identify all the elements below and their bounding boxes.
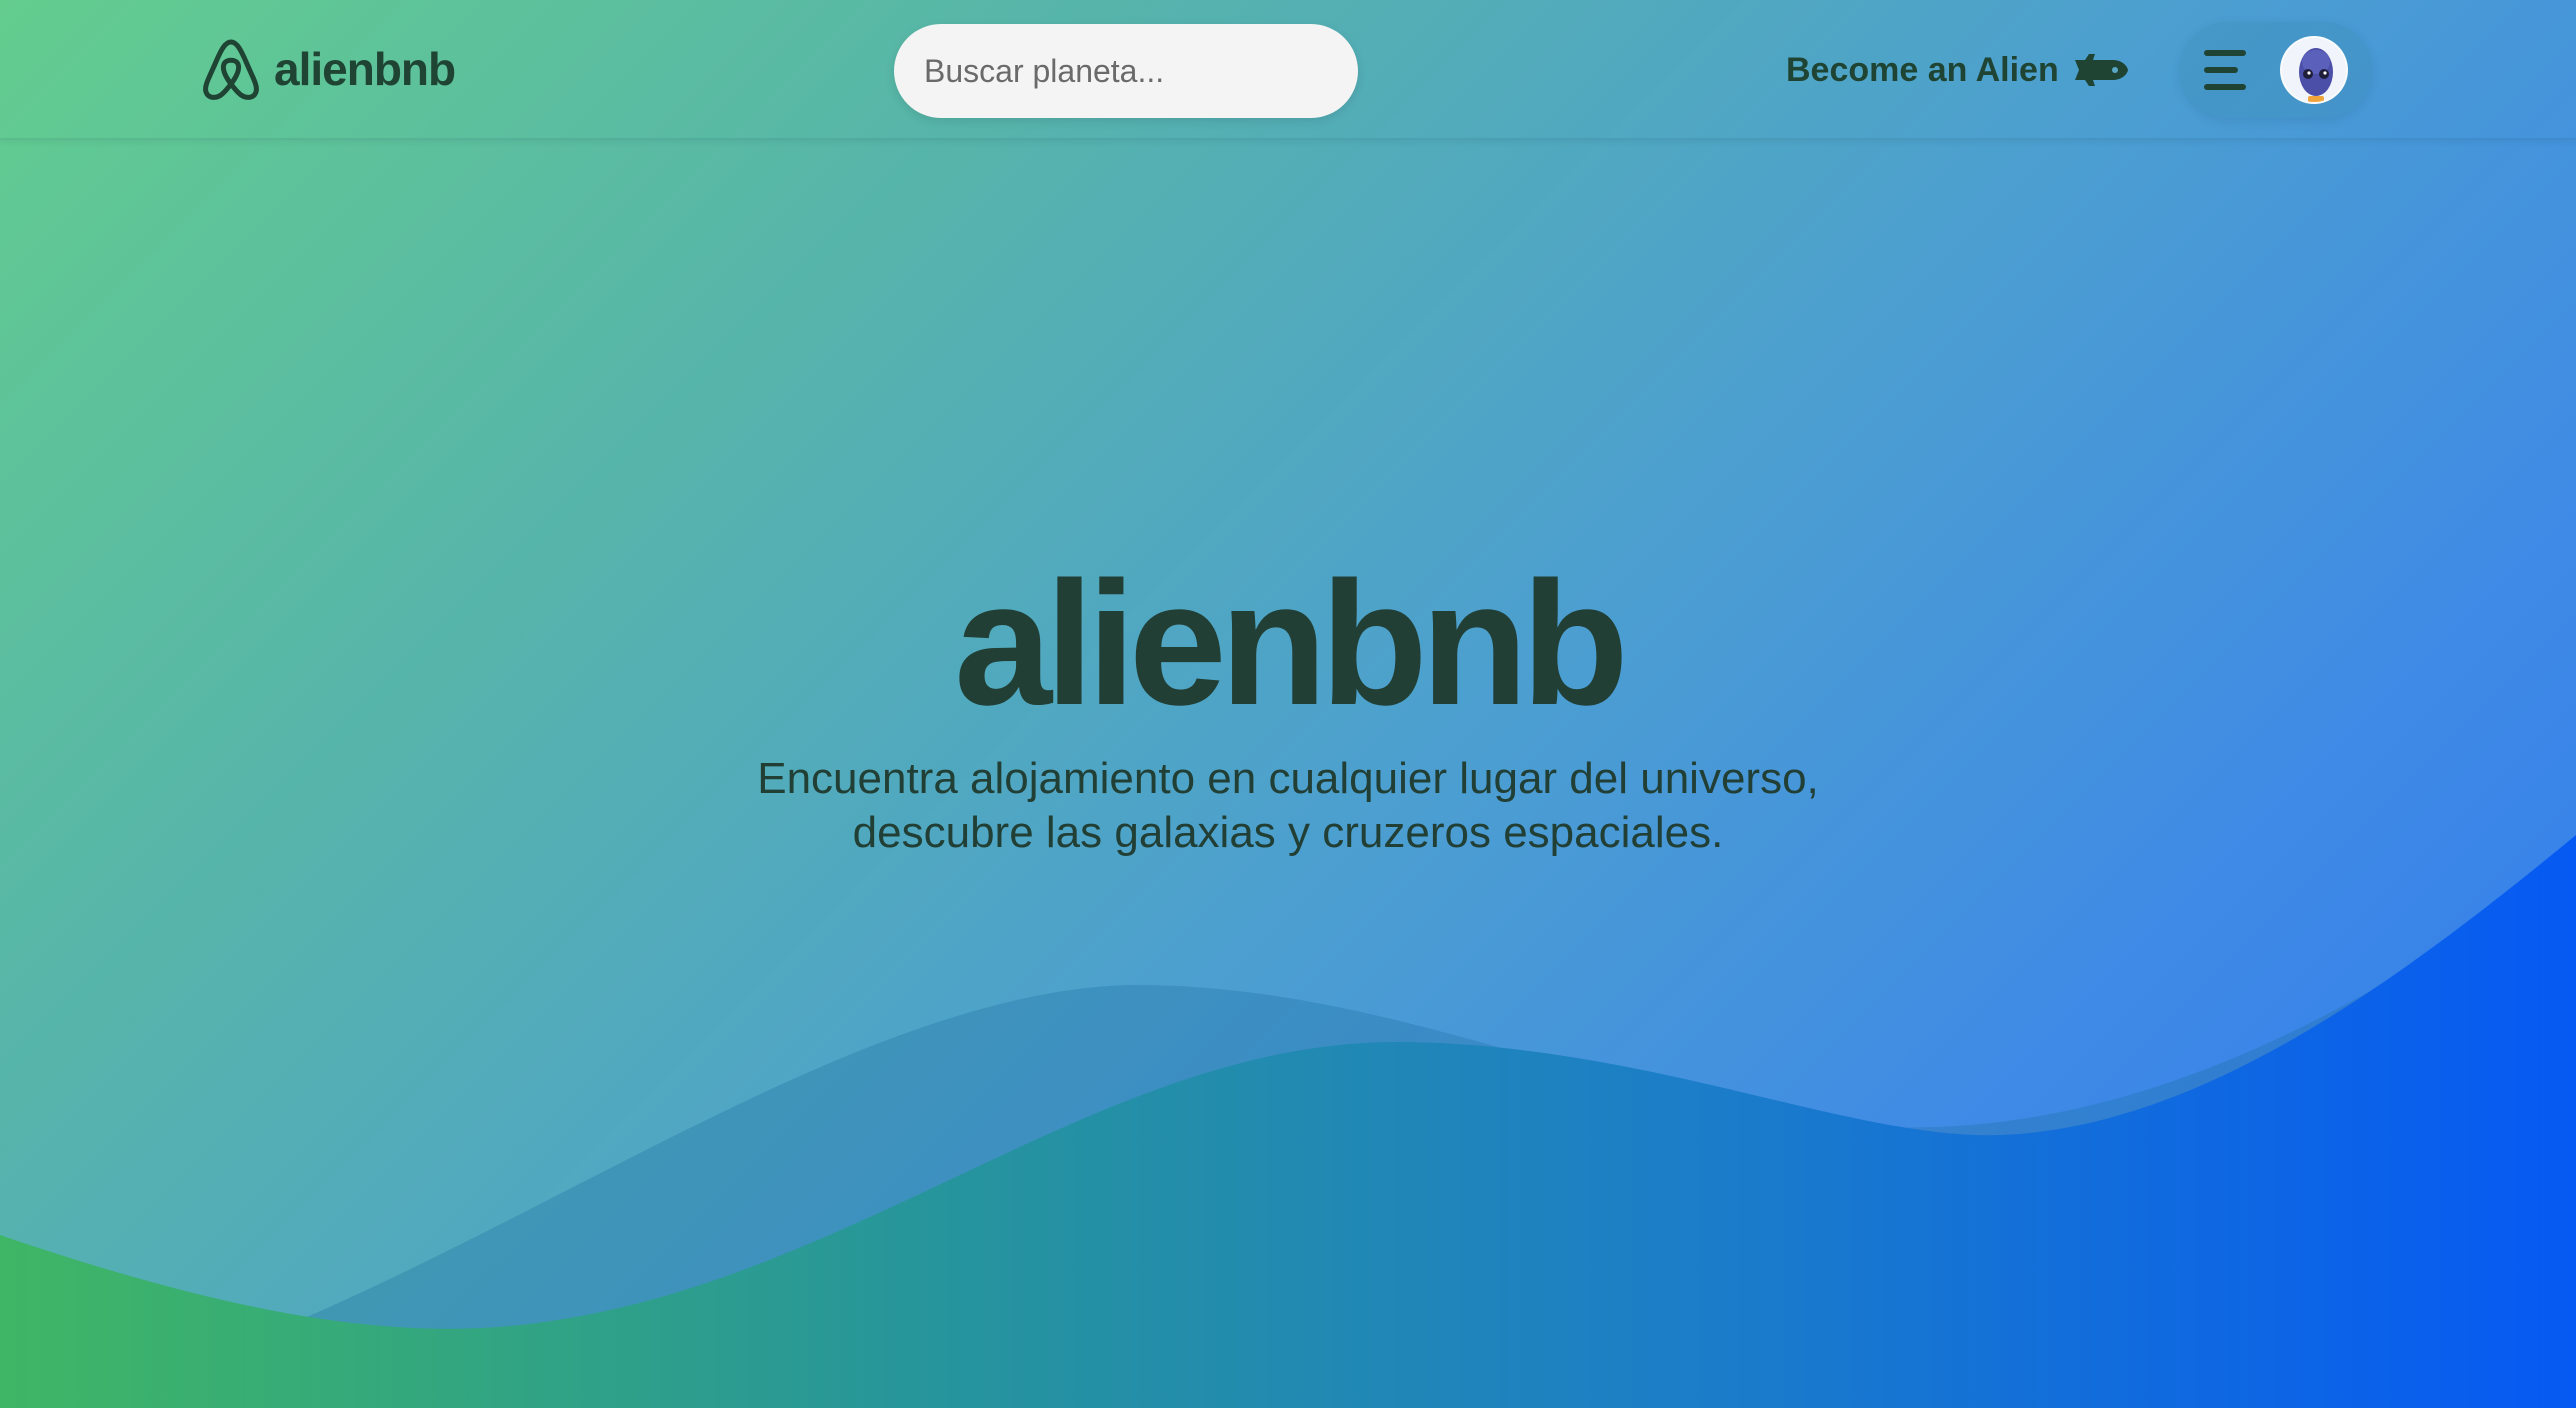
hero-subtitle-line-1: Encuentra alojamiento en cualquier lugar… bbox=[757, 754, 1819, 803]
alien-avatar bbox=[2280, 36, 2348, 104]
user-menu-button[interactable] bbox=[2180, 22, 2372, 118]
rocket-icon bbox=[2074, 54, 2128, 86]
hero-subtitle-line-2: descubre las galaxias y cruzeros espacia… bbox=[852, 808, 1724, 857]
hamburger-icon bbox=[2204, 50, 2250, 90]
airbnb-logo-icon bbox=[203, 39, 259, 100]
brand-logo[interactable]: alienbnb bbox=[200, 36, 456, 102]
search-input[interactable] bbox=[894, 24, 1358, 118]
top-navbar: alienbnb Become an Alien bbox=[0, 0, 2576, 140]
landing-page: alienbnb Become an Alien bbox=[0, 0, 2576, 1408]
hero-title: alienbnb bbox=[954, 546, 1629, 742]
hero-subtitle: Encuentra alojamiento en cualquier lugar… bbox=[0, 752, 2576, 860]
become-alien-label: Become an Alien bbox=[1786, 50, 2059, 89]
brand-name: alienbnb bbox=[274, 43, 456, 95]
become-alien-link[interactable]: Become an Alien bbox=[1786, 44, 2129, 96]
